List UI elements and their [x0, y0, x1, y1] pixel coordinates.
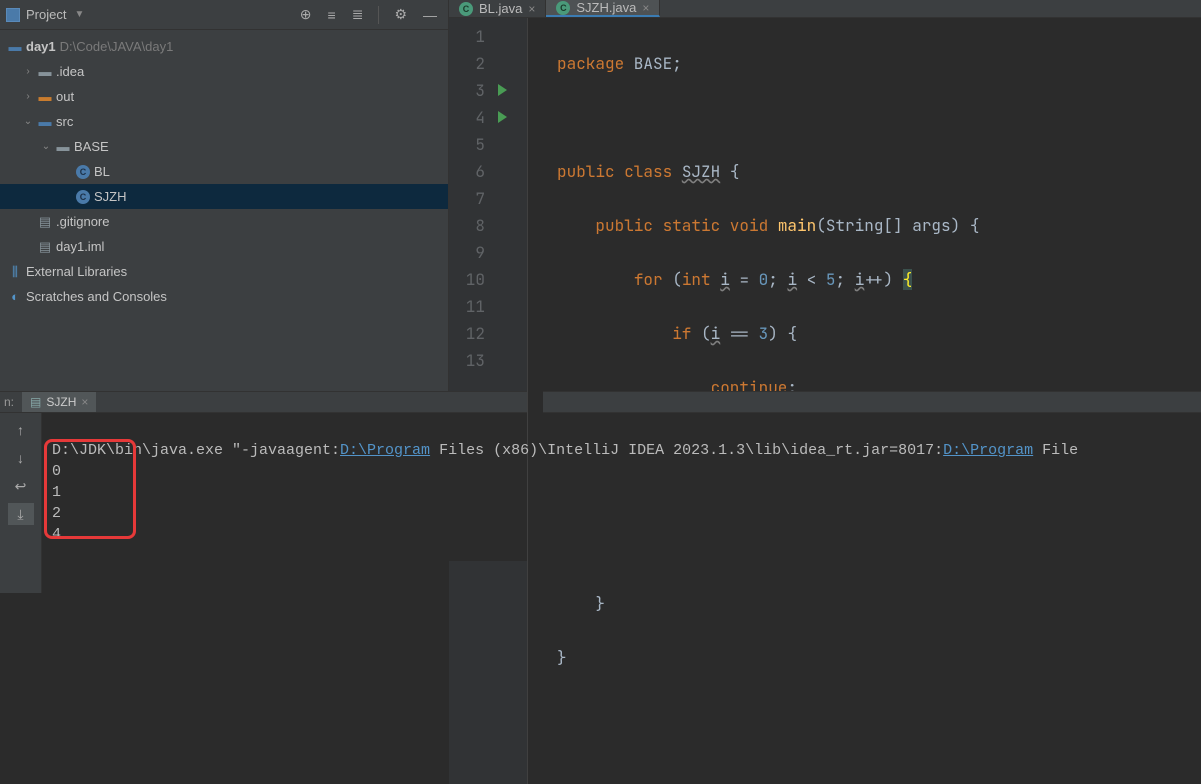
- tree-external-libs[interactable]: ⫼ External Libraries: [0, 259, 448, 284]
- run-panel: n: ▤ SJZH × ↑ ↓ ↩ ⤓ D:\JDK\bin\java.exe …: [0, 391, 1201, 561]
- link[interactable]: D:\Program: [340, 442, 430, 459]
- scratch-icon: ◐: [8, 289, 22, 304]
- chevron-down-icon: ⌄: [22, 116, 34, 127]
- tree-item-iml[interactable]: ▤ day1.iml: [0, 234, 448, 259]
- class-icon: C: [459, 2, 473, 16]
- sidebar-title: Project: [26, 7, 66, 22]
- chevron-right-icon: ›: [22, 66, 34, 77]
- folder-icon: ▬: [38, 114, 52, 129]
- run-header: n: ▤ SJZH ×: [0, 392, 1201, 413]
- tree-item-sjzh[interactable]: C SJZH: [0, 184, 448, 209]
- close-icon[interactable]: ×: [528, 2, 535, 16]
- down-arrow-icon[interactable]: ↓: [8, 447, 34, 469]
- libs-icon: ⫼: [8, 264, 22, 280]
- tree-scratches[interactable]: ◐ Scratches and Consoles: [0, 284, 448, 309]
- editor-tabs: C BL.java × C SJZH.java ×: [449, 0, 1201, 18]
- class-icon: C: [76, 165, 90, 179]
- tab-label: BL.java: [479, 1, 522, 16]
- dropdown-icon[interactable]: ▼: [74, 9, 84, 20]
- fold-column: [527, 18, 543, 784]
- file-icon: ▤: [38, 214, 52, 230]
- close-icon[interactable]: ×: [642, 1, 649, 15]
- target-icon[interactable]: ⊕: [295, 4, 317, 25]
- run-gutter-icon[interactable]: [498, 111, 507, 123]
- tree-item-bl[interactable]: C BL: [0, 159, 448, 184]
- scroll-end-icon[interactable]: ⤓: [8, 503, 34, 525]
- soft-wrap-icon[interactable]: ↩: [8, 475, 34, 497]
- link[interactable]: D:\Program: [943, 442, 1033, 459]
- tree-item-base[interactable]: ⌄ ▬ BASE: [0, 134, 448, 159]
- tree-item-out[interactable]: › ▬ out: [0, 84, 448, 109]
- folder-icon: ▬: [56, 139, 70, 154]
- root-name: day1: [26, 39, 56, 54]
- tab-sjzh[interactable]: C SJZH.java ×: [546, 0, 660, 17]
- folder-icon: ▬: [8, 39, 22, 54]
- tab-bl[interactable]: C BL.java ×: [449, 0, 546, 17]
- close-icon[interactable]: ×: [81, 395, 88, 409]
- sidebar-header: Project ▼ ⊕ ≡ ≣ ⚙ —: [0, 0, 448, 30]
- collapse-icon[interactable]: ≣: [347, 4, 369, 25]
- tree-item-idea[interactable]: › ▬ .idea: [0, 59, 448, 84]
- divider: [378, 6, 379, 24]
- file-icon: ▤: [38, 239, 52, 255]
- tab-label: SJZH.java: [576, 0, 636, 15]
- console-output[interactable]: D:\JDK\bin\java.exe "-javaagent:D:\Progr…: [42, 413, 1201, 593]
- run-gutter-icon[interactable]: [498, 84, 507, 96]
- class-icon: C: [556, 1, 570, 15]
- chevron-down-icon: ⌄: [40, 141, 52, 152]
- app-icon: ▤: [30, 395, 41, 409]
- project-tree: ▬ day1 D:\Code\JAVA\day1 › ▬ .idea › ▬ o…: [0, 30, 448, 313]
- class-icon: C: [76, 190, 90, 204]
- project-icon: [6, 8, 20, 22]
- up-arrow-icon[interactable]: ↑: [8, 419, 34, 441]
- gear-icon[interactable]: ⚙: [389, 4, 412, 25]
- tree-item-src[interactable]: ⌄ ▬ src: [0, 109, 448, 134]
- run-label: n:: [4, 395, 14, 409]
- root-path: D:\Code\JAVA\day1: [60, 39, 174, 54]
- expand-icon[interactable]: ≡: [323, 5, 341, 25]
- tree-root[interactable]: ▬ day1 D:\Code\JAVA\day1: [0, 34, 448, 59]
- chevron-right-icon: ›: [22, 91, 34, 102]
- project-sidebar: Project ▼ ⊕ ≡ ≣ ⚙ — ▬ day1 D:\Code\JAVA\…: [0, 0, 449, 391]
- run-toolbar: ↑ ↓ ↩ ⤓: [0, 413, 42, 593]
- run-tab[interactable]: ▤ SJZH ×: [22, 392, 96, 412]
- folder-icon: ▬: [38, 64, 52, 79]
- editor-area: C BL.java × C SJZH.java × 1 2 3 4 5 6 7 …: [449, 0, 1201, 391]
- folder-icon: ▬: [38, 89, 52, 104]
- tree-item-gitignore[interactable]: ▤ .gitignore: [0, 209, 448, 234]
- hide-icon[interactable]: —: [418, 5, 442, 25]
